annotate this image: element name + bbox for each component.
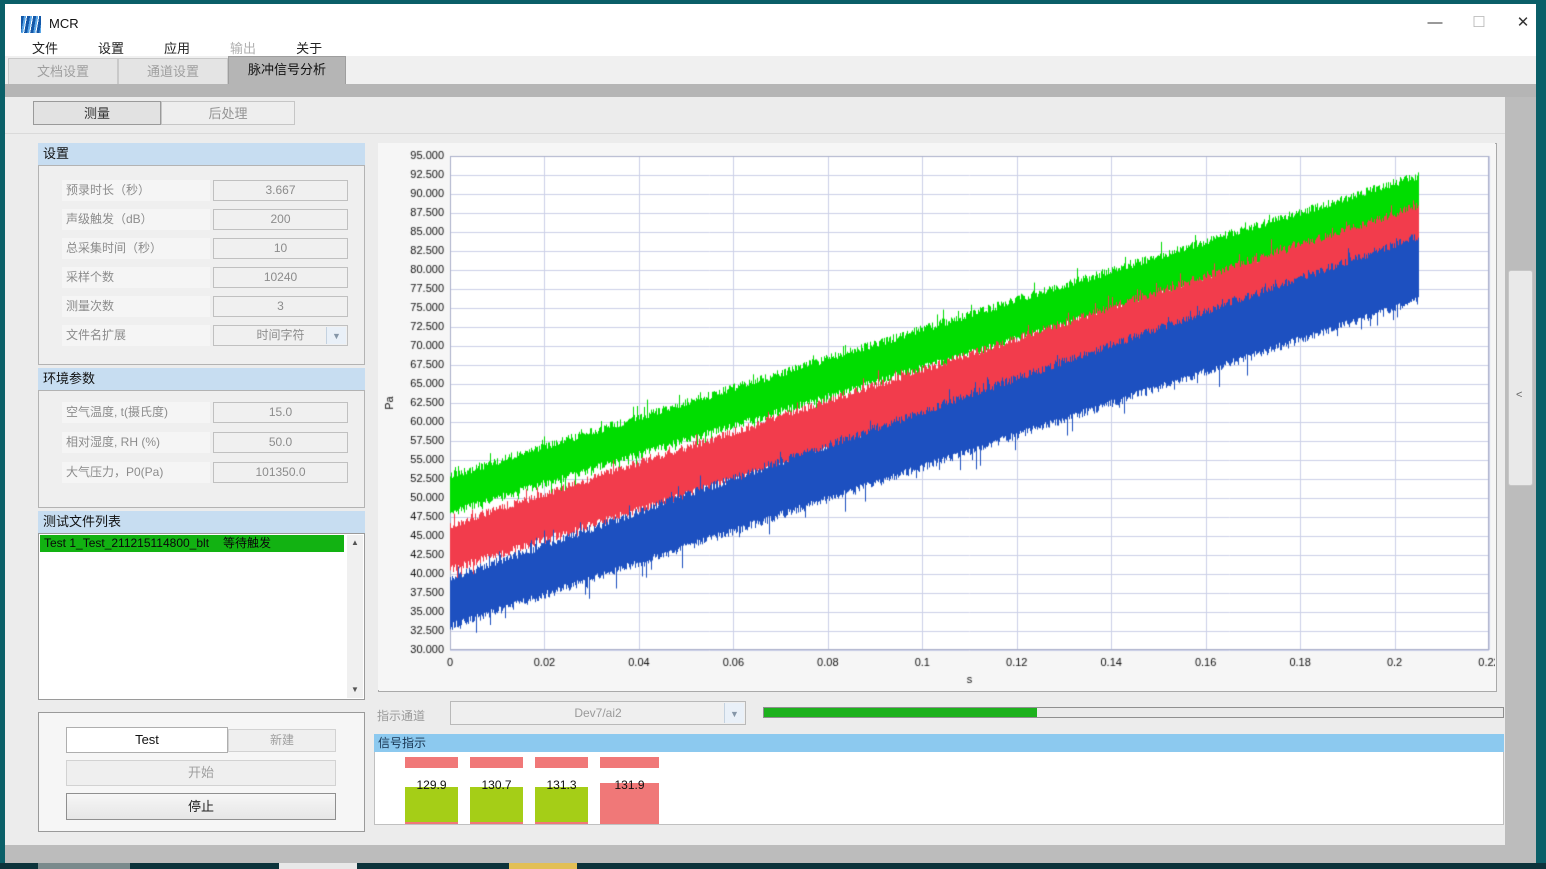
prerecord-duration-label: 预录时长（秒） xyxy=(62,180,210,201)
desktop-taskbar-sliver xyxy=(0,863,1546,869)
filename-extension-label: 文件名扩展 xyxy=(62,325,210,346)
chevron-down-icon[interactable]: ▼ xyxy=(724,703,744,723)
scroll-down-icon[interactable]: ▼ xyxy=(347,682,363,698)
signal-peak-bar xyxy=(535,757,588,768)
file-name: Test 1_Test_211215114800_blt xyxy=(44,536,209,550)
signal-value: 131.3 xyxy=(529,778,594,792)
post-process-button[interactable]: 后处理 xyxy=(161,101,295,125)
signal-value: 131.9 xyxy=(594,778,665,792)
app-logo-icon xyxy=(21,16,41,33)
tab-document-settings[interactable]: 文档设置 xyxy=(8,58,118,84)
signal-chart-canvas xyxy=(378,143,1495,690)
list-item[interactable]: Test 1_Test_211215114800_blt 等待触发 xyxy=(40,535,344,552)
taskbar-icon xyxy=(509,863,577,869)
collapse-arrow-icon: < xyxy=(1516,389,1522,401)
signal-indicator: 131.3 xyxy=(535,757,588,825)
window-title: MCR xyxy=(49,16,79,31)
atmospheric-pressure-label: 大气压力，P0(Pa) xyxy=(62,462,210,483)
air-temperature-field[interactable]: 15.0 xyxy=(213,402,348,423)
menu-settings[interactable]: 设置 xyxy=(85,38,137,57)
atmospheric-pressure-field[interactable]: 101350.0 xyxy=(213,462,348,483)
settings-group-header: 设置 xyxy=(38,143,365,165)
prerecord-duration-field[interactable]: 3.667 xyxy=(213,180,348,201)
progress-fill xyxy=(764,708,1037,717)
environment-group-header: 环境参数 xyxy=(38,368,365,390)
menu-about[interactable]: 关于 xyxy=(283,38,335,57)
total-acquisition-time-field[interactable]: 10 xyxy=(213,238,348,259)
sample-count-field[interactable]: 10240 xyxy=(213,267,348,288)
signal-indication-header: 信号指示 xyxy=(374,734,1504,752)
menu-apply[interactable]: 应用 xyxy=(151,38,203,57)
indicator-channel-label: 指示通道 xyxy=(377,707,425,724)
active-tab-band xyxy=(5,84,1536,97)
measurement-count-label: 测量次数 xyxy=(62,296,210,317)
indicator-channel-value: Dev7/ai2 xyxy=(574,706,621,720)
close-button[interactable]: ✕ xyxy=(1501,8,1545,38)
signal-peak-bar xyxy=(600,757,659,768)
menu-file[interactable]: 文件 xyxy=(19,38,71,57)
start-button: 开始 xyxy=(66,760,336,786)
signal-value: 130.7 xyxy=(464,778,529,792)
menu-bar: 文件 设置 应用 输出 关于 xyxy=(5,38,1536,57)
measurement-count-field[interactable]: 3 xyxy=(213,296,348,317)
indicator-channel-dropdown[interactable]: Dev7/ai2 ▼ xyxy=(450,701,746,725)
tab-channel-settings[interactable]: 通道设置 xyxy=(118,58,228,84)
air-temperature-label: 空气温度, t(摄氏度) xyxy=(62,402,210,423)
new-button: 新建 xyxy=(228,729,336,752)
menu-output: 输出 xyxy=(217,38,269,57)
title-bar: MCR — ☐ ✕ xyxy=(5,4,1536,38)
panel-collapse-handle[interactable]: < xyxy=(1508,270,1533,486)
measure-button[interactable]: 测量 xyxy=(33,101,161,125)
file-status: 等待触发 xyxy=(223,536,271,550)
filename-extension-dropdown[interactable]: 时间字符 ▼ xyxy=(213,325,348,346)
signal-peak-bar xyxy=(405,757,458,768)
acquisition-progress-bar xyxy=(763,707,1504,718)
relative-humidity-label: 相对湿度, RH (%) xyxy=(62,432,210,453)
maximize-button: ☐ xyxy=(1457,8,1501,38)
test-file-list[interactable] xyxy=(38,533,365,700)
test-name-input[interactable]: Test xyxy=(66,727,228,753)
tab-pulse-signal-analysis[interactable]: 脉冲信号分析 xyxy=(228,56,346,84)
total-acquisition-time-label: 总采集时间（秒） xyxy=(62,238,210,259)
sound-level-trigger-label: 声级触发（dB） xyxy=(62,209,210,230)
sample-count-label: 采样个数 xyxy=(62,267,210,288)
relative-humidity-field[interactable]: 50.0 xyxy=(213,432,348,453)
filename-extension-value: 时间字符 xyxy=(256,328,304,342)
scroll-up-icon[interactable]: ▲ xyxy=(347,535,363,551)
signal-box xyxy=(535,787,588,824)
taskbar-icon xyxy=(38,863,130,869)
taskbar-icon xyxy=(279,863,357,869)
signal-peak-bar xyxy=(470,757,523,768)
signal-indicator: 130.7 xyxy=(470,757,523,825)
sound-level-trigger-field[interactable]: 200 xyxy=(213,209,348,230)
signal-box xyxy=(470,787,523,824)
chevron-down-icon[interactable]: ▼ xyxy=(326,327,346,344)
minimize-button[interactable]: — xyxy=(1413,8,1457,38)
content-divider xyxy=(5,133,1505,134)
signal-indicator: 131.9 xyxy=(600,757,659,825)
file-list-header: 测试文件列表 xyxy=(38,511,365,533)
file-list-scrollbar[interactable]: ▲ ▼ xyxy=(347,535,363,698)
signal-indicator: 129.9 xyxy=(405,757,458,825)
signal-box xyxy=(405,787,458,824)
signal-value: 129.9 xyxy=(399,778,464,792)
stop-button[interactable]: 停止 xyxy=(66,793,336,820)
window-bottom-border xyxy=(5,845,1536,863)
